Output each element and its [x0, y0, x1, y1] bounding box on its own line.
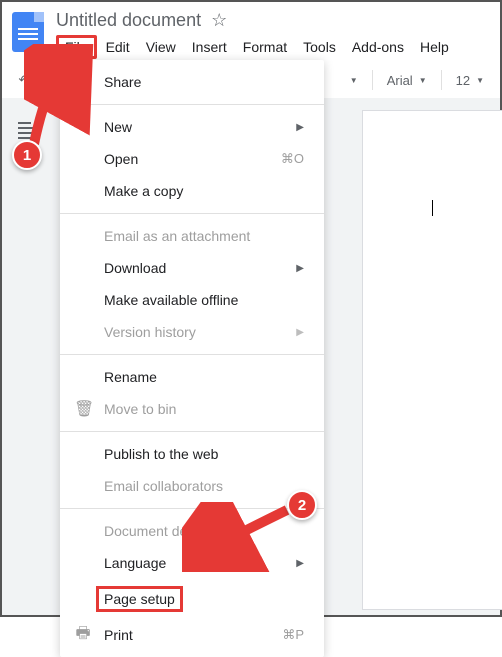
text-cursor [432, 200, 433, 216]
menu-version-history: Version history ▶ [60, 316, 324, 348]
print-icon: 🖶 [74, 622, 92, 649]
menu-rename[interactable]: Rename [60, 361, 324, 393]
undo-button[interactable]: ↶ [12, 68, 36, 92]
submenu-arrow-icon: ▶ [296, 558, 304, 569]
label: Document details [104, 523, 212, 539]
size-label: 12 [456, 73, 470, 88]
separator [60, 213, 324, 214]
label: Language [104, 555, 166, 571]
document-page[interactable] [362, 110, 502, 610]
trash-icon: 🗑 [74, 399, 92, 419]
menu-view[interactable]: View [139, 35, 183, 59]
menu-tools[interactable]: Tools [296, 35, 343, 59]
chevron-down-icon: ▼ [350, 76, 358, 85]
callout-2: 2 [287, 490, 317, 520]
separator [60, 354, 324, 355]
menu-make-offline[interactable]: Make available offline [60, 284, 324, 316]
separator [60, 508, 324, 509]
callout-1: 1 [12, 140, 42, 170]
label: Version history [104, 324, 196, 340]
label: Email collaborators [104, 478, 223, 494]
menu-open[interactable]: Open ⌘O [60, 143, 324, 175]
label: Publish to the web [104, 446, 218, 462]
document-title[interactable]: Untitled document [56, 10, 201, 31]
shortcut: ⌘P [282, 627, 304, 643]
label: Share [104, 74, 141, 90]
font-label: Arial [387, 73, 413, 88]
menu-addons[interactable]: Add-ons [345, 35, 411, 59]
menu-publish-web[interactable]: Publish to the web [60, 438, 324, 470]
submenu-arrow-icon: ▶ [296, 327, 304, 338]
callout-number: 1 [23, 147, 31, 164]
menu-help[interactable]: Help [413, 35, 456, 59]
label: Move to bin [104, 401, 176, 417]
menu-insert[interactable]: Insert [185, 35, 234, 59]
menu-move-to-bin: 🗑 Move to bin [60, 393, 324, 425]
label: Make available offline [104, 292, 238, 308]
separator [60, 431, 324, 432]
submenu-arrow-icon: ▶ [296, 263, 304, 274]
label: Page setup [96, 586, 183, 612]
label: Open [104, 151, 138, 167]
menu-download[interactable]: Download ▶ [60, 252, 324, 284]
menu-make-copy[interactable]: Make a copy [60, 175, 324, 207]
shortcut: ⌘O [281, 151, 304, 167]
separator [60, 104, 324, 105]
submenu-arrow-icon: ▶ [296, 122, 304, 133]
label: Download [104, 260, 166, 276]
docs-app-icon[interactable] [12, 12, 44, 52]
menu-bar: File Edit View Insert Format Tools Add-o… [56, 35, 456, 59]
separator [441, 70, 442, 90]
star-icon[interactable]: ☆ [211, 10, 227, 31]
label: Rename [104, 369, 157, 385]
outline-icon[interactable] [18, 122, 40, 140]
menu-share[interactable]: Share [60, 66, 324, 98]
label: New [104, 119, 132, 135]
menu-file[interactable]: File [56, 35, 97, 59]
menu-email-attachment: Email as an attachment [60, 220, 324, 252]
menu-page-setup[interactable]: Page setup [60, 579, 324, 619]
font-select[interactable]: Arial ▼ [381, 73, 433, 88]
menu-document-details: Document details [60, 515, 324, 547]
menu-email-collaborators: Email collaborators [60, 470, 324, 502]
separator [372, 70, 373, 90]
menu-print[interactable]: 🖶 Print ⌘P [60, 619, 324, 651]
callout-number: 2 [298, 497, 306, 514]
label: Make a copy [104, 183, 183, 199]
label: Email as an attachment [104, 228, 250, 244]
menu-edit[interactable]: Edit [99, 35, 137, 59]
menu-language[interactable]: Language ▶ [60, 547, 324, 579]
menu-new[interactable]: New ▶ [60, 111, 324, 143]
file-dropdown: Share New ▶ Open ⌘O Make a copy Email as a… [60, 60, 324, 657]
chevron-down-icon: ▼ [476, 76, 484, 85]
label: Print [104, 627, 133, 643]
menu-format[interactable]: Format [236, 35, 294, 59]
chevron-down-icon: ▼ [419, 76, 427, 85]
size-select[interactable]: 12 ▼ [450, 73, 490, 88]
